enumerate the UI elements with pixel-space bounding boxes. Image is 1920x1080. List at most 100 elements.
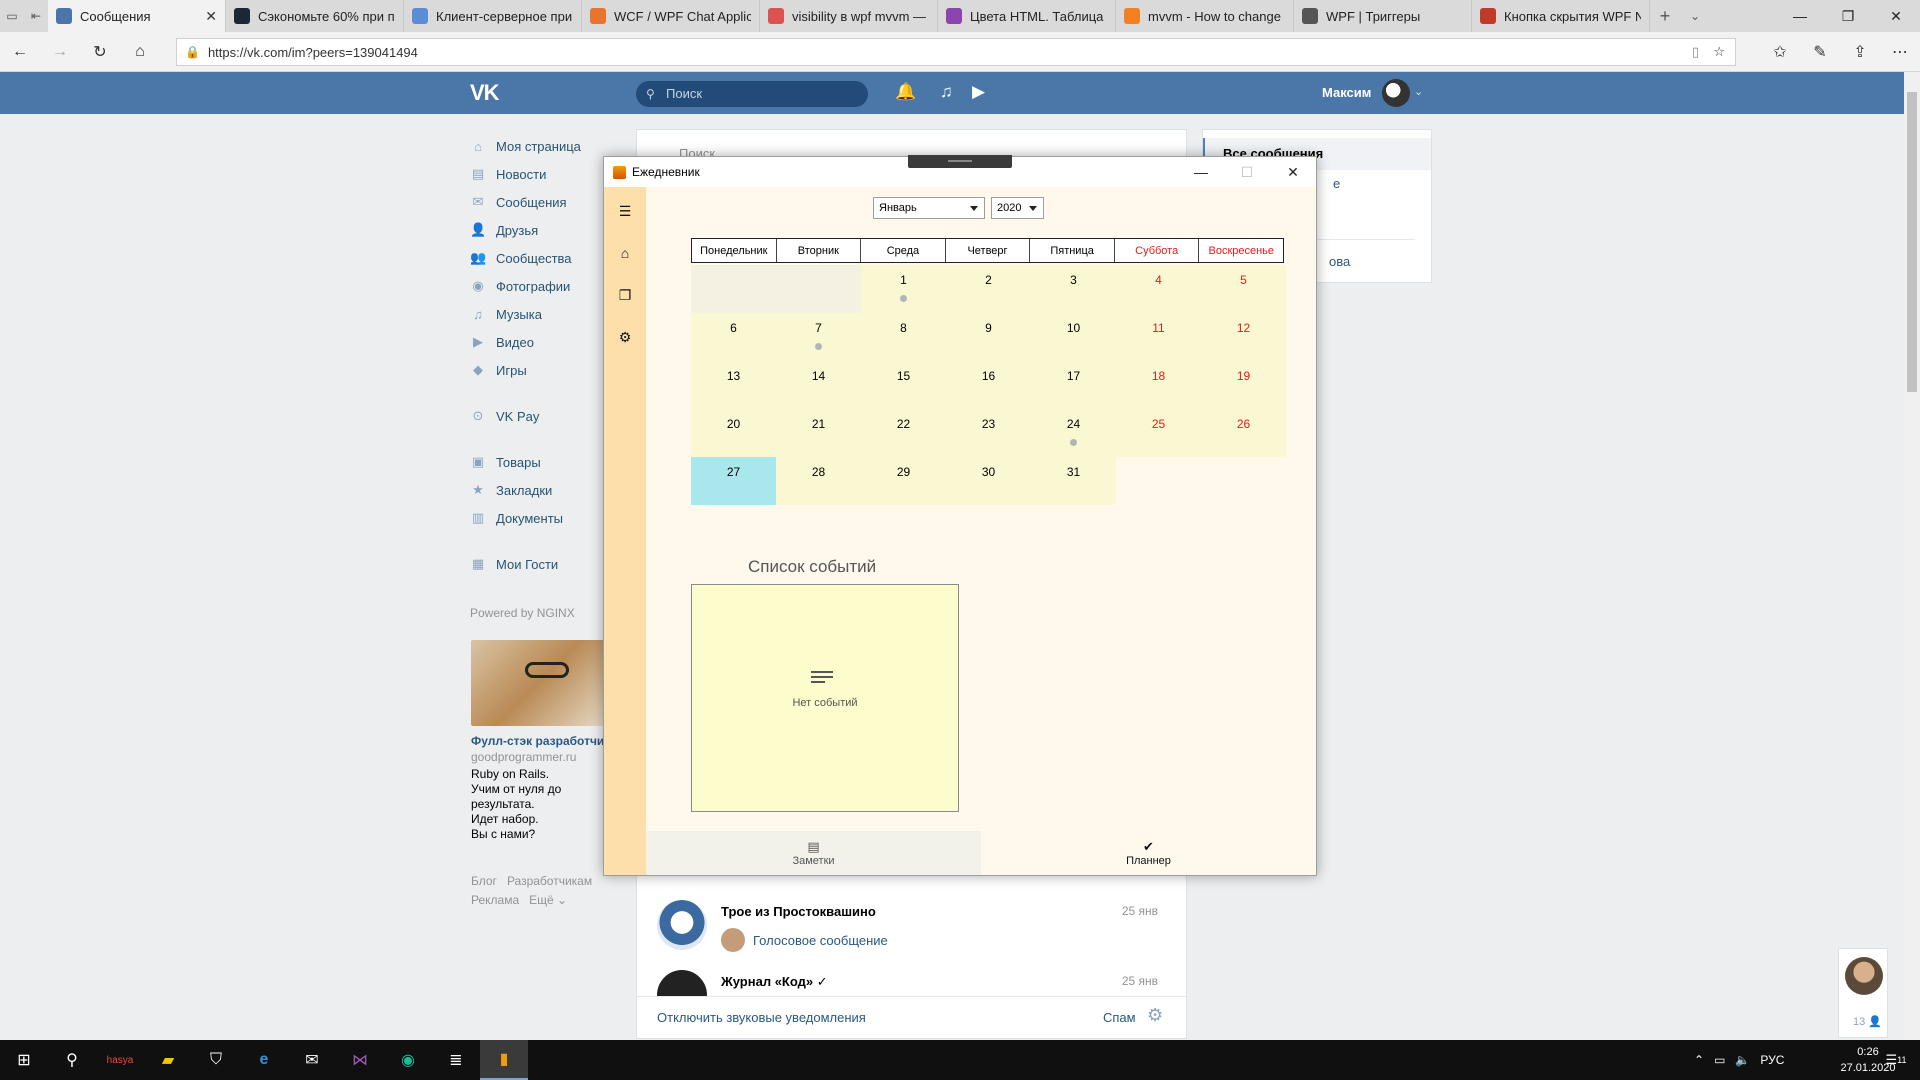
browser-tab[interactable]: Сообщения ✕ — [48, 0, 226, 32]
calendar-day[interactable]: 20 — [691, 409, 776, 457]
chat-widget-avatar[interactable] — [1845, 957, 1883, 995]
tray-chevron-up-icon[interactable]: ⌃ — [1694, 1053, 1704, 1067]
avatar[interactable] — [1382, 79, 1410, 107]
browser-tab[interactable]: Кнопка скрытия WPF N — [1472, 0, 1650, 32]
minimize-window-button[interactable]: — — [1776, 0, 1824, 32]
vk-search-input[interactable]: ⚲ Поиск — [636, 81, 868, 107]
calendar-day[interactable]: 11 — [1116, 313, 1201, 361]
sidebar-item[interactable]: ◉ Фотографии — [470, 272, 620, 300]
calendar-day[interactable]: 3 — [1031, 265, 1116, 313]
bell-icon[interactable]: 🔔 — [895, 82, 916, 102]
calendar-day[interactable]: 31 — [1031, 457, 1116, 505]
more-menu-icon[interactable]: ⋯ — [1880, 42, 1920, 62]
sidebar-item[interactable]: ▥ Документы — [470, 504, 620, 532]
restore-window-button[interactable]: ❐ — [1824, 0, 1872, 32]
browser-tab[interactable]: Сэкономьте 60% при п — [226, 0, 404, 32]
gear-icon[interactable]: ⚙ — [1147, 1005, 1163, 1026]
sidebar-item[interactable]: ⊙ VK Pay — [470, 402, 620, 430]
refresh-button[interactable]: ↻ — [80, 42, 120, 62]
back-button[interactable]: ← — [0, 43, 40, 61]
scrollbar-thumb[interactable] — [1907, 92, 1917, 392]
home-button[interactable]: ⌂ — [120, 43, 160, 61]
tab-list-chevron-icon[interactable]: ⌄ — [1680, 0, 1710, 32]
play-icon[interactable]: ▶ — [972, 82, 985, 102]
browser-tab[interactable]: visibility в wpf mvvm — — [760, 0, 938, 32]
footer-link-dev[interactable]: Разработчикам — [507, 874, 592, 888]
window-drag-handle[interactable] — [908, 155, 1012, 168]
forward-button[interactable]: → — [40, 43, 80, 61]
reading-view-icon[interactable]: ▯ — [1692, 44, 1699, 60]
calendar-day[interactable]: 23 — [946, 409, 1031, 457]
sidebar-item[interactable]: ◆ Игры — [470, 356, 620, 384]
address-bar[interactable]: 🔒 https://vk.com/im?peers=139041494 ▯ ☆ — [176, 38, 1736, 66]
browser-tab[interactable]: mvvm - How to change — [1116, 0, 1294, 32]
notes-pen-icon[interactable]: ✎ — [1800, 42, 1840, 62]
sidebar-item[interactable]: ★ Закладки — [470, 476, 620, 504]
hamburger-menu-icon[interactable]: ☰ — [604, 191, 646, 231]
footer-link-blog[interactable]: Блог — [471, 874, 497, 888]
sidebar-item[interactable]: ⌂ Моя страница — [470, 132, 620, 160]
settings-gear-icon[interactable]: ⚙ — [604, 317, 646, 357]
database-icon[interactable]: ≣ — [432, 1040, 480, 1080]
favorite-star-icon[interactable]: ☆ — [1713, 44, 1725, 60]
close-tab-icon[interactable]: ✕ — [205, 8, 217, 25]
calendar-day[interactable]: 5 — [1201, 265, 1286, 313]
sidebar-item[interactable]: ♫ Музыка — [470, 300, 620, 328]
browser-tab[interactable]: WCF / WPF Chat Applic — [582, 0, 760, 32]
browser-tab[interactable]: Цвета HTML. Таблица и — [938, 0, 1116, 32]
calendar-day[interactable]: 6 — [691, 313, 776, 361]
calendar-day[interactable]: 12 — [1201, 313, 1286, 361]
chat-widget[interactable]: 13 👤 — [1838, 948, 1888, 1038]
filter-link[interactable]: ова — [1329, 254, 1350, 269]
copy-documents-icon[interactable]: ❐ — [604, 275, 646, 315]
home-icon[interactable]: ⌂ — [604, 233, 646, 273]
chevron-down-icon[interactable]: ⌄ — [1414, 85, 1423, 98]
sidebar-item[interactable]: ✉ Сообщения — [470, 188, 620, 216]
store-icon[interactable]: ⛉ — [192, 1040, 240, 1080]
browser-tab[interactable]: Клиент-серверное при — [404, 0, 582, 32]
user-tray-label[interactable]: hasya — [96, 1040, 144, 1080]
events-list[interactable]: Нет событий — [691, 584, 959, 812]
calendar-day[interactable]: 7 — [776, 313, 861, 361]
language-indicator[interactable]: РУС — [1760, 1053, 1784, 1067]
browser-tab[interactable]: WPF | Триггеры — [1294, 0, 1472, 32]
calendar-day[interactable]: 13 — [691, 361, 776, 409]
windows-start-icon[interactable]: ⊞ — [0, 1040, 48, 1080]
calendar-day-today[interactable]: 27 — [691, 457, 776, 505]
ad-image[interactable] — [471, 640, 605, 726]
mail-icon[interactable]: ✉ — [288, 1040, 336, 1080]
sidebar-item[interactable]: 👥 Сообщества — [470, 244, 620, 272]
visual-studio-icon[interactable]: ⋈ — [336, 1040, 384, 1080]
new-tab-button[interactable]: + — [1650, 0, 1680, 32]
ad-title[interactable]: Фулл-стэк разработчик — [471, 734, 610, 748]
calendar-day[interactable]: 24 — [1031, 409, 1116, 457]
year-select[interactable]: 2020 — [991, 197, 1044, 219]
page-scrollbar[interactable] — [1904, 72, 1920, 1040]
sidebar-item[interactable]: ▦ Мои Гости — [470, 550, 620, 578]
calendar-day[interactable]: 18 — [1116, 361, 1201, 409]
calendar-day[interactable]: 19 — [1201, 361, 1286, 409]
calendar-day[interactable]: 26 — [1201, 409, 1286, 457]
calendar-day[interactable]: 10 — [1031, 313, 1116, 361]
favorites-hub-icon[interactable]: ✩ — [1760, 42, 1800, 62]
close-button[interactable]: ✕ — [1270, 157, 1316, 187]
gitkraken-icon[interactable]: ◉ — [384, 1040, 432, 1080]
sidebar-item[interactable]: ▶ Видео — [470, 328, 620, 356]
calendar-day[interactable]: 30 — [946, 457, 1031, 505]
mute-notifications-link[interactable]: Отключить звуковые уведомления — [657, 1010, 866, 1025]
close-window-button[interactable]: ✕ — [1872, 0, 1920, 32]
calendar-day[interactable]: 9 — [946, 313, 1031, 361]
network-icon[interactable]: ▭ — [1714, 1053, 1725, 1067]
footer-link-more[interactable]: Ещё ⌄ — [529, 893, 567, 907]
calendar-day[interactable]: 2 — [946, 265, 1031, 313]
month-select[interactable]: Январь — [873, 197, 985, 219]
volume-icon[interactable]: 🔈 — [1735, 1053, 1750, 1067]
music-icon[interactable]: ♫ — [940, 82, 953, 102]
sidebar-item[interactable]: 👤 Друзья — [470, 216, 620, 244]
notifications-icon[interactable]: ☰ 11 — [1872, 1040, 1920, 1080]
calendar-day[interactable]: 4 — [1116, 265, 1201, 313]
calendar-day[interactable]: 25 — [1116, 409, 1201, 457]
planner-tab[interactable]: ✔ Планнер — [981, 831, 1316, 875]
user-name[interactable]: Максим — [1322, 85, 1371, 100]
edge-browser-icon[interactable]: e — [240, 1040, 288, 1080]
